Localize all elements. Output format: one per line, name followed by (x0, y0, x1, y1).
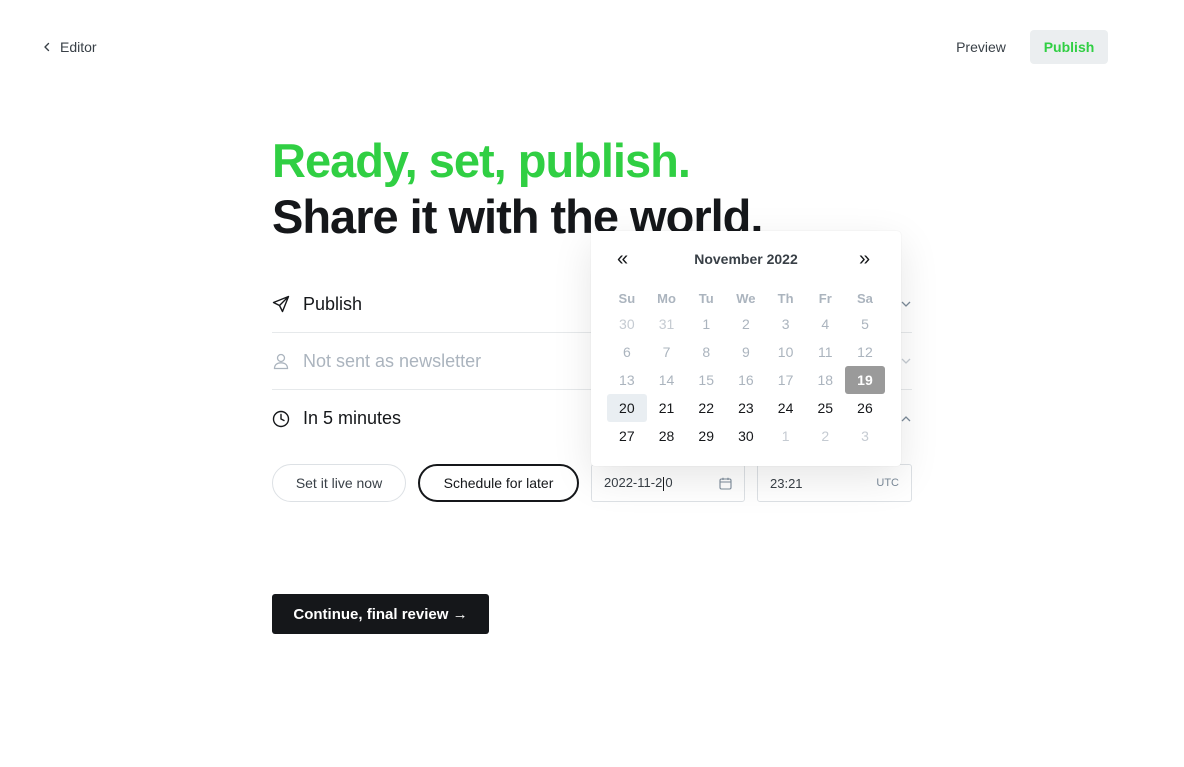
user-icon (272, 352, 290, 370)
weekday-label: Mo (657, 290, 676, 306)
calendar-icon[interactable] (719, 477, 732, 490)
calendar-week: 6 7 8 9 10 11 12 (607, 338, 885, 366)
calendar-day[interactable]: 22 (686, 394, 726, 422)
date-input[interactable]: 2022-11-2 0 (591, 464, 745, 502)
calendar-day: 2 (742, 316, 750, 332)
calendar-week: 13 14 15 16 17 18 19 (607, 366, 885, 394)
preview-button[interactable]: Preview (940, 30, 1022, 64)
newsletter-label: Not sent as newsletter (303, 350, 482, 371)
weekday-label: Su (618, 290, 636, 306)
calendar-day: 30 (619, 316, 635, 332)
weekday-header: Su Mo Tu We Th Fr Sa (607, 286, 885, 310)
schedule-label: In 5 minutes (303, 408, 402, 428)
calendar-day[interactable]: 24 (766, 394, 806, 422)
calendar-day: 12 (857, 344, 873, 360)
clock-icon (272, 410, 290, 428)
calendar-month-title: November 2022 (694, 251, 798, 267)
calendar-day[interactable]: 2 (805, 422, 845, 450)
time-input[interactable]: 23:21 UTC (757, 464, 912, 502)
calendar-day: 8 (702, 344, 711, 360)
page-headline: Ready, set, publish. Share it with the w… (272, 133, 763, 245)
chevron-left-icon (44, 42, 50, 52)
calendar-day[interactable]: 1 (766, 422, 806, 450)
publish-button[interactable]: Publish (1030, 30, 1108, 64)
calendar-day[interactable]: 26 (845, 394, 885, 422)
weekday-label: Tu (698, 290, 714, 306)
calendar-day: 3 (781, 316, 790, 332)
calendar-week: 30 31 1 2 3 4 5 (607, 310, 885, 338)
calendar-day: 31 (658, 316, 675, 332)
calendar-day[interactable]: 27 (607, 422, 647, 450)
calendar-day: 13 (619, 372, 635, 388)
weekday-label: Fr (818, 290, 832, 306)
schedule-for-later-button[interactable]: Schedule for later (418, 464, 579, 502)
send-icon (272, 295, 290, 313)
calendar-day: 4 (821, 316, 830, 332)
calendar-day[interactable]: 23 (726, 394, 766, 422)
time-value: 23:21 (770, 475, 803, 491)
calendar-day[interactable]: 30 (726, 422, 766, 450)
weekday-label: We (736, 290, 756, 306)
calendar-day: 1 (702, 316, 711, 332)
date-value: 2022-11-2 0 (604, 475, 673, 491)
headline-line-1: Ready, set, publish. (272, 134, 691, 187)
calendar-day: 18 (817, 372, 834, 388)
chevron-up-icon (901, 415, 911, 421)
calendar-day: 17 (777, 372, 794, 388)
calendar-day: 15 (698, 372, 714, 388)
calendar-day: 9 (742, 344, 750, 360)
calendar-day-selected[interactable]: 20 (607, 394, 647, 422)
continue-final-review-button[interactable]: Continue, final review → (272, 594, 489, 634)
calendar-day[interactable]: 21 (647, 394, 687, 422)
calendar-day: 14 (658, 372, 675, 388)
calendar-day[interactable]: 29 (686, 422, 726, 450)
calendar-day: 11 (818, 344, 833, 360)
calendar-day[interactable]: 3 (845, 422, 885, 450)
chevron-down-icon (901, 358, 911, 364)
calendar-day: 10 (777, 344, 794, 360)
timezone-label: UTC (876, 477, 899, 489)
calendar-day: 7 (662, 344, 671, 360)
date-picker-popover: « November 2022 » Su Mo Tu We Th Fr Sa 3… (591, 231, 901, 466)
weekday-label: Sa (857, 290, 873, 306)
chevron-down-icon (901, 301, 911, 307)
set-live-now-button[interactable]: Set it live now (272, 464, 406, 502)
calendar-grid: Su Mo Tu We Th Fr Sa 30 31 1 2 3 4 5 6 7… (607, 286, 885, 450)
calendar-day: 16 (738, 372, 754, 388)
calendar-week: 20 21 22 23 24 25 26 (607, 394, 885, 422)
calendar-day: 5 (861, 316, 869, 332)
calendar-week: 27 28 29 30 1 2 3 (607, 422, 885, 450)
calendar-day: 6 (622, 344, 631, 360)
calendar-day[interactable]: 28 (647, 422, 687, 450)
back-to-editor-link[interactable]: Editor (42, 36, 97, 58)
publish-type-label: Publish (303, 293, 363, 314)
next-month-button[interactable]: » (859, 249, 870, 269)
weekday-label: Th (777, 290, 794, 306)
calendar-day[interactable]: 25 (805, 394, 845, 422)
calendar-day-today[interactable]: 19 (845, 366, 885, 394)
back-label: Editor (60, 39, 97, 55)
